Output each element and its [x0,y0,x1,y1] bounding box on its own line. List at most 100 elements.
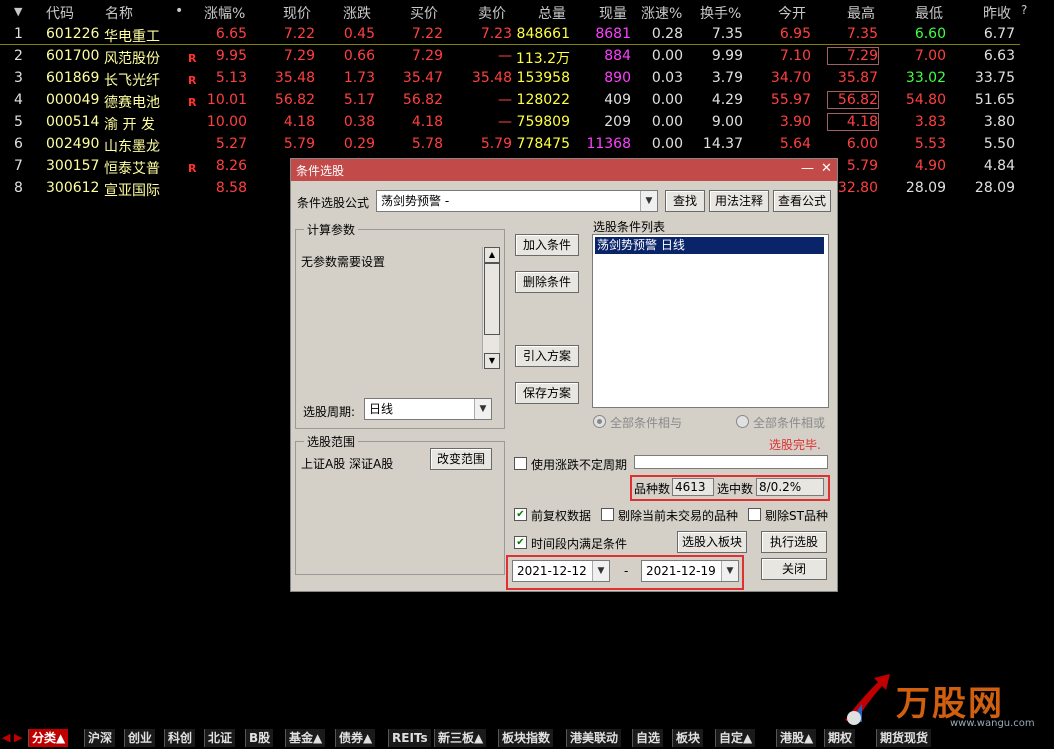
scroll-right-icon[interactable]: ▶ [14,731,22,744]
col-name[interactable]: 名称 [105,3,133,23]
change-range-button[interactable]: 改变范围 [430,448,492,470]
tab-6[interactable]: 基金▲ [285,729,326,747]
time-cond-checkbox[interactable]: ✔ [514,536,527,549]
tab-1[interactable]: 沪深 [84,729,116,747]
tab-10[interactable]: 板块指数 [498,729,554,747]
col-chg[interactable]: 涨跌 [343,3,371,23]
cell-name: 恒泰艾普 [104,161,160,177]
to-block-button[interactable]: 选股入板块 [677,531,747,553]
delete-condition-button[interactable]: 删除条件 [515,271,579,293]
updown-period-input[interactable] [634,455,828,469]
tab-15[interactable]: 港股▲ [776,729,817,747]
tab-4[interactable]: 北证 [204,729,236,747]
exclude-notrade-checkbox[interactable] [601,508,614,521]
table-row[interactable]: 3 601869 长飞光纤 R 5.13 35.48 1.73 35.47 35.48 15395… [0,68,1054,90]
table-row[interactable]: 2 601700 风范股份 R 9.95 7.29 0.66 7.29 —113.2万 884 0.… [0,46,1054,68]
table-row[interactable]: 6 002490 山东墨龙 5.27 5.79 0.29 5.78 5.79 778475 113… [0,134,1054,156]
condition-list[interactable]: 荡剑势预警 日线 [592,234,829,408]
col-vol[interactable]: 总量 [538,3,566,23]
tab-14[interactable]: 自定▲ [715,729,756,747]
count-value: 4613 [675,480,706,494]
usage-notes-button[interactable]: 用法注释 [709,190,769,212]
col-low[interactable]: 最低 [915,3,943,23]
col-cur[interactable]: 现量 [599,3,627,23]
close-button[interactable]: 关闭 [761,558,827,580]
col-chg-pct[interactable]: 涨幅% [204,3,245,23]
col-ask[interactable]: 卖价 [478,3,506,23]
save-plan-button[interactable]: 保存方案 [515,382,579,404]
period-select[interactable]: 日线 ▼ [364,398,492,420]
tab-8[interactable]: REITs [388,729,431,747]
col-bid[interactable]: 买价 [410,3,438,23]
radio-all-or[interactable] [736,415,749,428]
scroll-down-icon[interactable]: ▼ [484,353,500,369]
arrow-logo-icon [845,674,890,725]
formula-select[interactable]: 荡剑势预警 - ▼ [376,190,658,212]
use-updown-checkbox[interactable] [514,457,527,470]
cell-code: 601226 [46,26,100,42]
minimize-icon[interactable]: — [801,161,814,176]
condition-list-title: 选股条件列表 [593,220,666,234]
chevron-down-icon[interactable]: ▼ [721,561,738,581]
cell-vol: 153958 [516,70,570,86]
tab-13[interactable]: 板块 [672,729,704,747]
tab-9[interactable]: 新三板▲ [434,729,487,747]
scroll-left-icon[interactable]: ◀ [2,731,10,744]
sort-arrow-icon[interactable]: ▼ [14,5,22,18]
tab-7[interactable]: 债券▲ [335,729,376,747]
scroll-thumb[interactable] [484,263,500,335]
cell-prev: 3.80 [983,114,1015,130]
cell-bid: 5.78 [411,136,443,152]
cell-vol: 848661 [516,26,570,42]
exclude-notrade-label: 剔除当前未交易的品种 [618,509,739,523]
col-help[interactable]: ? [1021,3,1027,17]
cell-idx: 8 [14,180,23,196]
cell-open: 6.95 [779,26,811,42]
cell-chg: 0.45 [343,26,375,42]
tab-5[interactable]: B股 [245,729,274,747]
cell-price: 5.79 [283,136,315,152]
dialog-titlebar[interactable]: 条件选股 — ✕ [291,159,837,181]
close-icon[interactable]: ✕ [821,161,832,176]
tab-17[interactable]: 期货现货 [876,729,932,747]
execute-button[interactable]: 执行选股 [761,531,827,553]
chevron-down-icon[interactable]: ▼ [592,561,609,581]
col-prev[interactable]: 昨收 [983,3,1011,23]
col-price[interactable]: 现价 [283,3,311,23]
date-to-picker[interactable]: 2021-12-19 ▼ [641,560,739,582]
tab-11[interactable]: 港美联动 [566,729,622,747]
tab-0[interactable]: 分类▲ [28,729,69,747]
pre-adjust-label: 前复权数据 [531,509,592,523]
view-formula-button[interactable]: 查看公式 [773,190,831,212]
cell-r: R [188,96,197,109]
table-row[interactable]: 1 601226 华电重工 6.65 7.22 0.45 7.22 7.23 848661 868… [0,24,1054,46]
col-code[interactable]: 代码 [46,3,74,23]
chevron-down-icon[interactable]: ▼ [474,399,491,419]
tab-16[interactable]: 期权 [824,729,856,747]
tab-12[interactable]: 自选 [632,729,664,747]
tab-2[interactable]: 创业 [124,729,156,747]
cell-r: R [188,52,197,65]
radio-all-and[interactable] [593,415,606,428]
date-from-picker[interactable]: 2021-12-12 ▼ [512,560,610,582]
chevron-down-icon[interactable]: ▼ [640,191,657,211]
condition-list-item[interactable]: 荡剑势预警 日线 [595,237,824,254]
col-turn[interactable]: 换手% [700,3,741,23]
col-spd[interactable]: 涨速% [641,3,682,23]
table-row[interactable]: 4 000049 德赛电池 R 10.01 56.82 5.17 56.82 —128022 40… [0,90,1054,112]
col-open[interactable]: 今开 [778,3,806,23]
tab-3[interactable]: 科创 [164,729,196,747]
cell-cur: 884 [604,48,631,64]
cell-name: 华电重工 [104,29,160,45]
find-button[interactable]: 查找 [665,190,705,212]
table-row[interactable]: 5 000514 渝 开 发 10.00 4.18 0.38 4.18 —759809 209 0… [0,112,1054,134]
cell-prev: 4.84 [983,158,1015,174]
exclude-st-checkbox[interactable] [748,508,761,521]
scroll-up-icon[interactable]: ▲ [484,247,500,263]
import-plan-button[interactable]: 引入方案 [515,345,579,367]
pre-adjust-checkbox[interactable]: ✔ [514,508,527,521]
cell-low: 28.09 [905,180,946,196]
col-high[interactable]: 最高 [847,3,875,23]
add-condition-button[interactable]: 加入条件 [515,234,579,256]
params-scrollbar[interactable]: ▲ ▼ [482,247,500,369]
